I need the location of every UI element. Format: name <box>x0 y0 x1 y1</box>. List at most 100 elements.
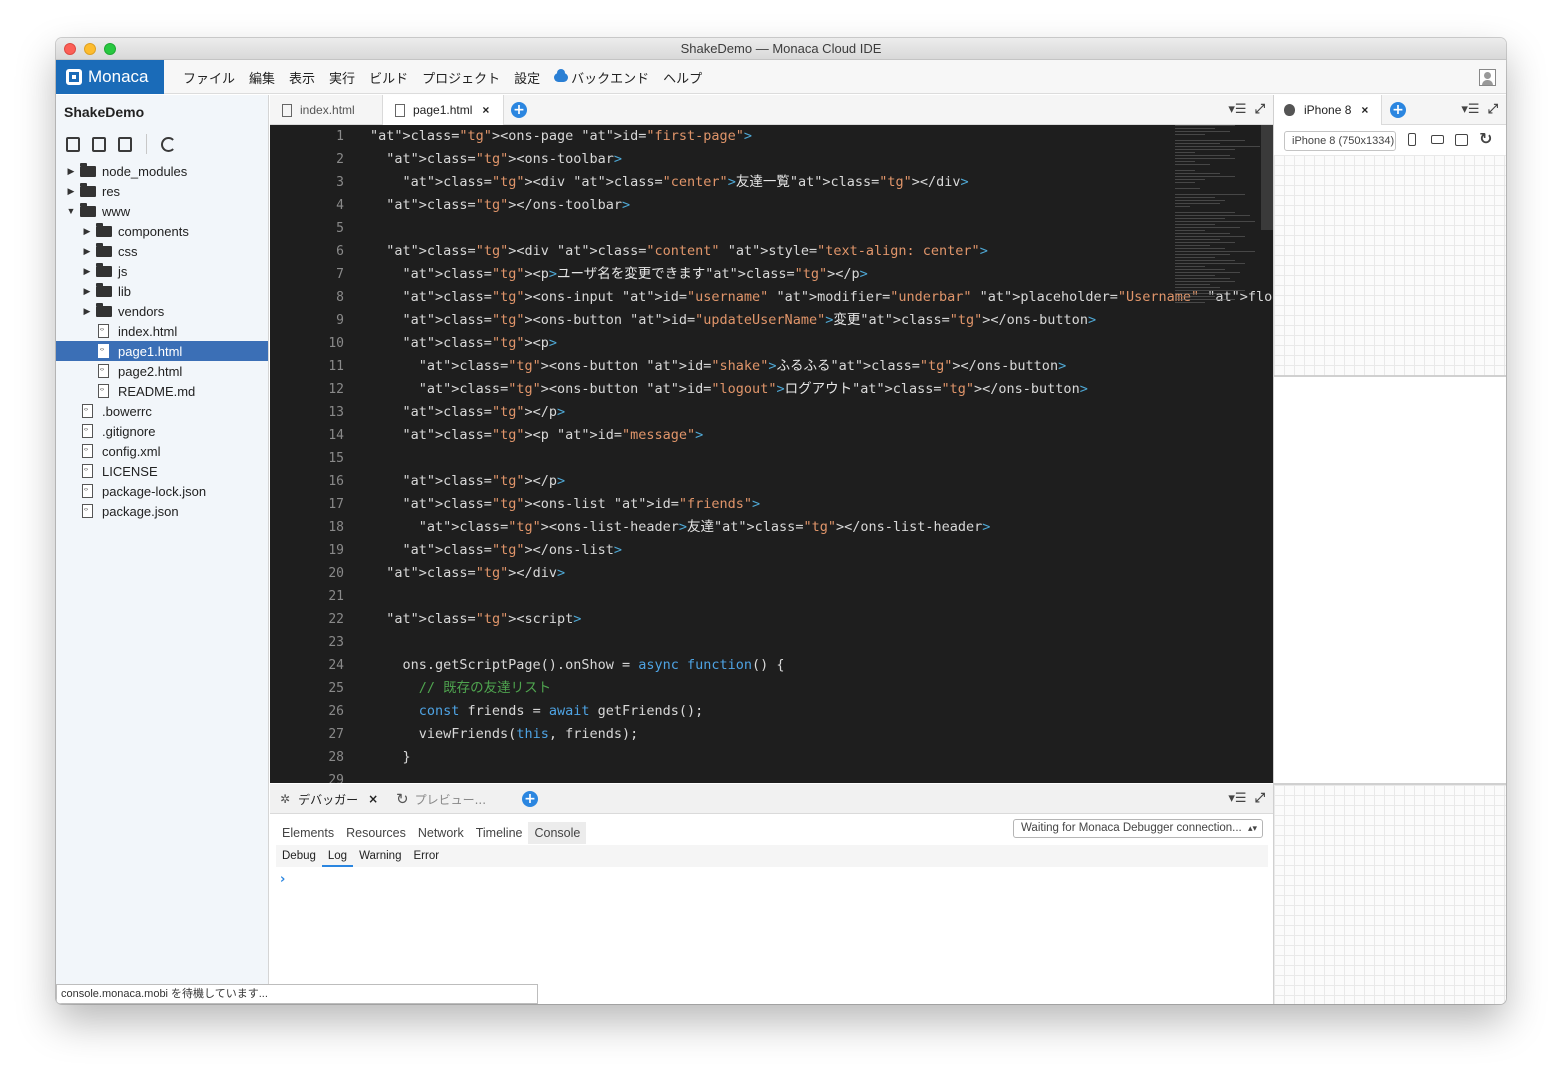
minimize-window-button[interactable] <box>84 43 96 55</box>
code-line[interactable]: viewFriends(this, friends); <box>370 723 1170 746</box>
tree-item[interactable]: ▶ components <box>56 221 268 241</box>
devtools-tab-timeline[interactable]: Timeline <box>470 822 529 844</box>
menu-build[interactable]: ビルド <box>362 68 415 87</box>
menu-file[interactable]: ファイル <box>176 68 242 87</box>
tree-item[interactable]: LICENSE <box>56 461 268 481</box>
tree-item[interactable]: ▶ lib <box>56 281 268 301</box>
chevron-right-icon[interactable]: ▶ <box>82 286 92 297</box>
code-line[interactable] <box>370 631 1170 654</box>
devtools-tab-console[interactable]: Console <box>528 822 587 844</box>
code-line[interactable]: "at">class="tg"><ons-list "at">id="frien… <box>370 493 1170 516</box>
tree-item[interactable]: ▶ vendors <box>56 301 268 321</box>
close-window-button[interactable] <box>64 43 76 55</box>
tab-preview-log[interactable]: ↻ プレビュー... <box>396 784 486 814</box>
code-line[interactable]: "at">class="tg"><ons-button "at">id="sha… <box>370 355 1170 378</box>
new-file-icon[interactable] <box>66 136 80 152</box>
level-log[interactable]: Log <box>321 845 354 867</box>
code-line[interactable]: "at">class="tg"><p> <box>370 332 1170 355</box>
new-folder-icon[interactable] <box>92 136 106 152</box>
code-line[interactable] <box>370 769 1170 783</box>
zoom-window-button[interactable] <box>104 43 116 55</box>
code-line[interactable]: "at">class="tg"><ons-input "at">id="user… <box>370 286 1273 309</box>
tab-page1-html[interactable]: page1.html × <box>382 95 504 125</box>
code-editor[interactable]: 1 2 3 4 5 6 7 8 9 10 11 12 13 14 15 16 17 18 19 20 21 22 23 24 2… <box>270 125 1273 783</box>
tab-iphone-preview[interactable]: iPhone 8 × <box>1274 95 1382 125</box>
menu-view[interactable]: 表示 <box>282 68 322 87</box>
code-line[interactable]: const friends = await getFriends(); <box>370 700 1170 723</box>
code-line[interactable]: "at">class="tg"><div "at">class="content… <box>370 240 1170 263</box>
tree-item[interactable]: config.xml <box>56 441 268 461</box>
devtools-tab-resources[interactable]: Resources <box>340 822 412 844</box>
devtools-tab-network[interactable]: Network <box>412 822 470 844</box>
tree-item[interactable]: package-lock.json <box>56 481 268 501</box>
tree-item[interactable]: ▶ node_modules <box>56 161 268 181</box>
editor-scrollbar[interactable] <box>1261 125 1273 230</box>
portrait-icon[interactable] <box>1408 133 1416 146</box>
refresh-preview-icon[interactable]: ↻ <box>1479 129 1492 148</box>
code-line[interactable]: "at">class="tg"><ons-button "at">id="log… <box>370 378 1170 401</box>
menu-backend[interactable]: バックエンド <box>547 68 656 87</box>
tab-index-html[interactable]: index.html <box>270 95 382 125</box>
code-line[interactable]: "at">class="tg"><ons-page "at">id="first… <box>370 125 1170 148</box>
monaca-logo[interactable]: Monaca <box>56 60 164 94</box>
pane-menu-icon[interactable]: ▾☰ <box>1461 102 1479 117</box>
code-line[interactable]: "at">class="tg"></div> <box>370 562 1170 585</box>
code-line[interactable]: ons.getScriptPage().onShow = async funct… <box>370 654 1170 677</box>
tree-item[interactable]: ▶ css <box>56 241 268 261</box>
menu-run[interactable]: 実行 <box>322 68 362 87</box>
chevron-right-icon[interactable]: ▶ <box>82 306 92 317</box>
code-line[interactable]: "at">class="tg"><script> <box>370 608 1170 631</box>
code-line[interactable]: "at">class="tg"></p> <box>370 401 1170 424</box>
code-line[interactable]: "at">class="tg"><div "at">class="center"… <box>370 171 1170 194</box>
tree-item[interactable]: package.json <box>56 501 268 521</box>
code-lines[interactable]: "at">class="tg"><ons-page "at">id="first… <box>370 125 1273 783</box>
chevron-right-icon[interactable]: ▶ <box>82 246 92 257</box>
close-tab-icon[interactable]: × <box>1361 103 1368 117</box>
chevron-right-icon[interactable]: ▶ <box>66 186 76 197</box>
chevron-right-icon[interactable]: ▶ <box>82 266 92 277</box>
add-tab-icon[interactable]: + <box>522 791 538 807</box>
tree-item[interactable]: .bowerrc <box>56 401 268 421</box>
tree-item[interactable]: page1.html <box>56 341 268 361</box>
device-select[interactable]: iPhone 8 (750x1334) <box>1284 131 1396 151</box>
upload-icon[interactable] <box>118 136 132 152</box>
close-tab-icon[interactable]: × <box>368 792 378 806</box>
menu-edit[interactable]: 編集 <box>242 68 282 87</box>
code-line[interactable]: } <box>370 746 1170 769</box>
maximize-icon[interactable]: ⤢ <box>1488 102 1498 117</box>
user-avatar-icon[interactable] <box>1479 69 1496 86</box>
add-tab-icon[interactable]: + <box>1390 102 1406 118</box>
code-line[interactable] <box>370 447 1170 470</box>
pane-menu-icon[interactable]: ▾☰ <box>1228 102 1246 117</box>
tree-item[interactable]: ▶ js <box>56 261 268 281</box>
code-line[interactable]: "at">class="tg"><p>ユーザ名を変更できます"at">class… <box>370 263 1170 286</box>
code-line[interactable]: "at">class="tg"></ons-list> <box>370 539 1170 562</box>
level-error[interactable]: Error <box>407 845 445 867</box>
tree-item[interactable]: index.html <box>56 321 268 341</box>
chevron-right-icon[interactable]: ▶ <box>66 166 76 177</box>
maximize-icon[interactable]: ⤢ <box>1255 102 1265 117</box>
code-line[interactable] <box>370 217 1170 240</box>
add-tab-icon[interactable]: + <box>511 102 527 118</box>
chevron-down-icon[interactable]: ▼ <box>66 206 76 216</box>
tree-item[interactable]: .gitignore <box>56 421 268 441</box>
refresh-icon[interactable] <box>161 136 176 152</box>
menu-project[interactable]: プロジェクト <box>415 68 507 87</box>
code-line[interactable]: // 既存の友達リスト <box>370 677 1170 700</box>
code-line[interactable]: "at">class="tg"><ons-list-header>友達"at">… <box>370 516 1170 539</box>
tree-item[interactable]: ▼ www <box>56 201 268 221</box>
code-line[interactable]: "at">class="tg"><p "at">id="message"> <box>370 424 1170 447</box>
code-line[interactable]: "at">class="tg"><ons-button "at">id="upd… <box>370 309 1170 332</box>
tree-item[interactable]: page2.html <box>56 361 268 381</box>
tree-item[interactable]: README.md <box>56 381 268 401</box>
code-line[interactable]: "at">class="tg"></p> <box>370 470 1170 493</box>
code-line[interactable]: "at">class="tg"></ons-toolbar> <box>370 194 1170 217</box>
level-warning[interactable]: Warning <box>353 845 407 867</box>
chevron-right-icon[interactable]: ▶ <box>82 226 92 237</box>
tab-debugger[interactable]: ✲ デバッガー × <box>280 784 378 814</box>
code-line[interactable]: "at">class="tg"><ons-toolbar> <box>370 148 1170 171</box>
tree-item[interactable]: ▶ res <box>56 181 268 201</box>
close-tab-icon[interactable]: × <box>482 103 489 117</box>
menu-settings[interactable]: 設定 <box>507 68 547 87</box>
debugger-connection-select[interactable]: Waiting for Monaca Debugger connection..… <box>1013 819 1263 838</box>
